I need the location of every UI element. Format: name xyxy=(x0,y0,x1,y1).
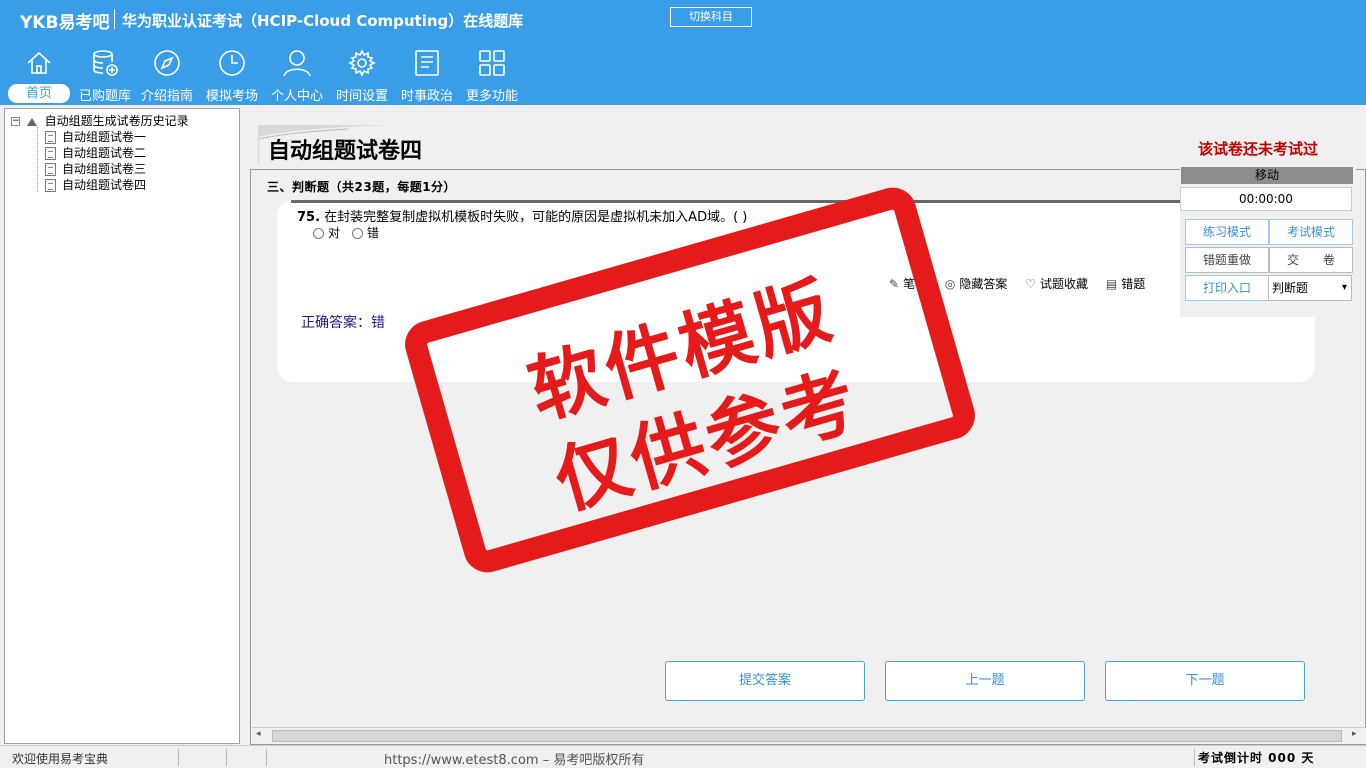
database-icon xyxy=(93,50,118,76)
option-true[interactable]: 对 xyxy=(313,226,340,240)
tree-item-label: 自动组题试卷二 xyxy=(62,146,147,160)
status-divider xyxy=(178,749,179,766)
app-title: 华为职业认证考试（HCIP-Cloud Computing）在线题库 xyxy=(122,12,524,30)
grid-icon xyxy=(479,50,505,76)
clock-icon xyxy=(219,50,245,76)
scrollbar-thumb[interactable] xyxy=(272,730,1342,742)
tree-item-paper-2[interactable]: 自动组题试卷二 xyxy=(45,144,146,161)
horizontal-scrollbar[interactable]: ◂ ▸ xyxy=(252,727,1366,744)
nav-label: 模拟考场 xyxy=(205,89,258,104)
status-divider xyxy=(226,749,227,766)
collapse-icon[interactable]: − xyxy=(11,117,20,126)
question-text: 75. 在封装完整复制虚拟机模板时失败，可能的原因是虚拟机未加入AD域。( ) xyxy=(297,206,747,225)
wrong-question-button[interactable]: ▤ 错题 xyxy=(1106,275,1145,292)
gear-icon xyxy=(348,49,376,77)
answer-options: 对 错 xyxy=(313,224,379,241)
heart-icon: ♡ xyxy=(1025,277,1036,291)
question-type-select[interactable]: 判断题 xyxy=(1268,275,1352,301)
nav-time-settings[interactable]: 时间设置 xyxy=(331,48,393,104)
tool-label: 错题 xyxy=(1121,277,1146,291)
correct-answer: 正确答案：错 xyxy=(301,315,385,331)
scroll-left-icon[interactable]: ◂ xyxy=(256,729,261,739)
practice-mode-button[interactable]: 练习模式 xyxy=(1185,219,1269,245)
submit-answer-button[interactable]: 提交答案 xyxy=(665,661,865,701)
exam-countdown: 考试倒计时 000 天 xyxy=(1198,751,1315,765)
exam-control-panel: 移动 00:00:00 练习模式 考试模式 错题重做 交 卷 打印入口 判断题 xyxy=(1180,167,1356,317)
welcome-text: 欢迎使用易考宝典 xyxy=(12,752,109,766)
status-divider xyxy=(266,749,267,766)
tree-item-paper-1[interactable]: 自动组题试卷一 xyxy=(45,128,146,145)
tree-item-label: 自动组题试卷三 xyxy=(62,162,147,176)
paper-title: 自动组题试卷四 xyxy=(268,139,423,164)
previous-question-button[interactable]: 上一题 xyxy=(885,661,1085,701)
exam-mode-button[interactable]: 考试模式 xyxy=(1269,219,1353,245)
radio-icon[interactable] xyxy=(351,228,363,239)
nav-mock-exam[interactable]: 模拟考场 xyxy=(201,48,263,104)
copyright-text: https://www.etest8.com – 易考吧版权所有 xyxy=(384,753,645,768)
home-icon xyxy=(27,51,51,74)
favorite-button[interactable]: ♡ 试题收藏 xyxy=(1025,275,1088,292)
news-icon xyxy=(415,50,439,76)
nav-label: 首页 xyxy=(8,84,70,103)
tool-label: 试题收藏 xyxy=(1040,277,1089,291)
eye-off-icon: ◎ xyxy=(944,277,956,291)
question-number: 75. xyxy=(297,210,321,225)
tool-label: 隐藏答案 xyxy=(959,277,1008,291)
compass-icon xyxy=(154,50,180,76)
nav-label: 已购题库 xyxy=(78,89,131,104)
option-false[interactable]: 错 xyxy=(351,226,379,240)
scroll-right-icon[interactable]: ▸ xyxy=(1352,729,1357,739)
tree-item-label: 自动组题试卷一 xyxy=(62,130,147,144)
tree-item-paper-3[interactable]: 自动组题试卷三 xyxy=(45,160,146,177)
next-question-button[interactable]: 下一题 xyxy=(1105,661,1305,701)
brand-logo: YKB易考吧 xyxy=(20,13,110,33)
document-pin-icon xyxy=(45,179,56,192)
redo-wrong-button[interactable]: 错题重做 xyxy=(1185,247,1269,273)
option-label: 对 xyxy=(328,226,341,240)
book-icon: ▤ xyxy=(1105,277,1118,291)
switch-subject-button[interactable]: 切换科目 xyxy=(670,7,752,27)
document-icon xyxy=(45,131,56,144)
nav-label: 介绍指南 xyxy=(140,89,193,104)
nav-guide[interactable]: 介绍指南 xyxy=(136,48,198,104)
brand-divider xyxy=(114,9,115,29)
exam-status-text: 该试卷还未考试过 xyxy=(1198,140,1319,158)
nav-purchased[interactable]: 已购题库 xyxy=(74,48,136,104)
tree-item-label: 自动组题试卷四 xyxy=(62,178,147,192)
nav-home[interactable]: 首页 xyxy=(8,48,70,104)
tree-root-label: 自动组题生成试卷历史记录 xyxy=(44,114,189,128)
tree-guide-line xyxy=(37,127,38,192)
timer-display: 00:00:00 xyxy=(1180,187,1352,211)
status-bar: 欢迎使用易考宝典 https://www.etest8.com – 易考吧版权所… xyxy=(0,745,1366,768)
hand-in-button[interactable]: 交 卷 xyxy=(1269,247,1353,273)
nav-label: 更多功能 xyxy=(465,89,518,104)
nav-current-affairs[interactable]: 时事政治 xyxy=(396,48,458,104)
section-title: 三、判断题（共23题，每题1分） xyxy=(267,180,457,194)
app-header: YKB易考吧 华为职业认证考试（HCIP-Cloud Computing）在线题… xyxy=(0,0,1366,105)
folder-icon xyxy=(26,117,37,126)
nav-label: 时事政治 xyxy=(400,89,453,104)
document-icon xyxy=(45,147,56,160)
print-button[interactable]: 打印入口 xyxy=(1185,275,1269,301)
question-top-bar xyxy=(291,200,1311,203)
radio-icon[interactable] xyxy=(313,228,324,239)
nav-more[interactable]: 更多功能 xyxy=(461,48,523,104)
hide-answer-button[interactable]: ◎ 隐藏答案 xyxy=(945,275,1008,292)
nav-label: 个人中心 xyxy=(270,89,323,104)
nav-label: 时间设置 xyxy=(335,89,388,104)
tree-item-paper-4[interactable]: 自动组题试卷四 xyxy=(45,176,146,193)
document-icon xyxy=(45,163,56,176)
panel-move-handle[interactable]: 移动 xyxy=(1181,167,1353,184)
paper-history-tree: − 自动组题生成试卷历史记录 自动组题试卷一 自动组题试卷二 自动组题试卷三 自… xyxy=(4,108,240,744)
user-icon xyxy=(283,50,311,77)
status-divider xyxy=(1194,749,1195,766)
option-label: 错 xyxy=(366,226,379,240)
question-body: 在封装完整复制虚拟机模板时失败，可能的原因是虚拟机未加入AD域。( ) xyxy=(324,210,748,225)
nav-personal[interactable]: 个人中心 xyxy=(266,48,328,104)
